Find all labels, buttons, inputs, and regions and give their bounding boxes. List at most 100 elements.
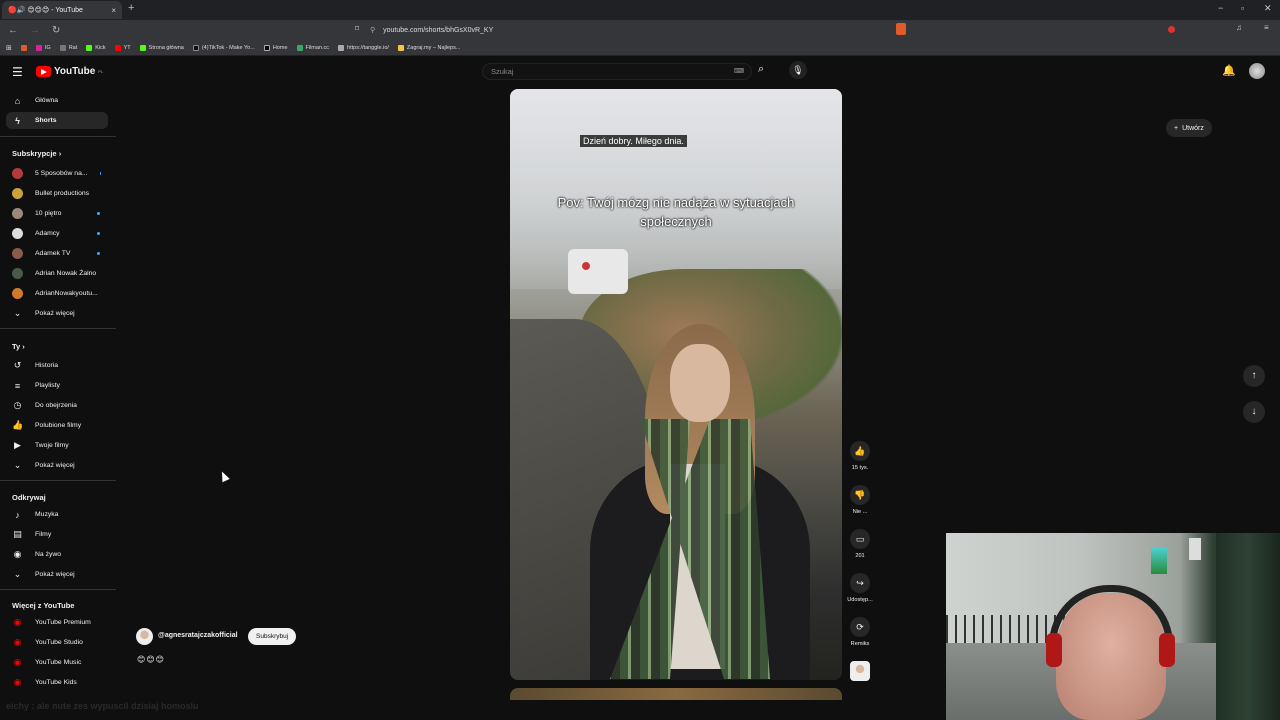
channel-name[interactable]: @agnesratajczakofficial bbox=[158, 632, 238, 639]
youtube-logo[interactable]: YouTube PL bbox=[36, 66, 103, 77]
channel-avatar bbox=[12, 228, 23, 239]
chevron-down-icon: ⌄ bbox=[13, 460, 22, 470]
new-content-dot bbox=[97, 232, 100, 235]
like-button[interactable]: 👍 15 tys. bbox=[846, 441, 874, 471]
channel-avatar[interactable] bbox=[136, 628, 153, 645]
new-content-dot bbox=[97, 252, 100, 255]
sidebar-item-watch-later[interactable]: ◷ Do obejrzenia bbox=[6, 397, 108, 414]
reload-icon[interactable]: ↻ bbox=[52, 25, 60, 36]
bookmark-icon[interactable]: ⌑ bbox=[355, 24, 359, 33]
sidebar-sub-item[interactable]: Bullet productions bbox=[6, 185, 108, 202]
bookmark-item[interactable] bbox=[20, 44, 27, 51]
next-short-button[interactable]: ↓ bbox=[1243, 401, 1265, 423]
avatar[interactable] bbox=[1249, 63, 1265, 79]
history-icon: ↺ bbox=[13, 360, 22, 370]
url-field[interactable]: ⚲ youtube.com/shorts/bhGsX0vR_KY bbox=[370, 23, 910, 37]
short-title: 😊😊😊 bbox=[137, 655, 166, 664]
show-more-explore[interactable]: ⌄ Pokaż więcej bbox=[6, 566, 108, 583]
sidebar-item-history[interactable]: ↺ Historia bbox=[6, 357, 108, 374]
new-tab-button[interactable]: + bbox=[128, 2, 134, 14]
sidebar-sub-item[interactable]: Adamcy bbox=[6, 225, 108, 242]
search-input[interactable]: Szukaj bbox=[482, 63, 752, 80]
sidebar-item-shorts[interactable]: ϟ Shorts bbox=[6, 112, 108, 129]
live-icon: ◉ bbox=[13, 549, 22, 559]
divider bbox=[0, 328, 116, 329]
sidebar-item-liked[interactable]: 👍 Polubione filmy bbox=[6, 417, 108, 434]
divider bbox=[0, 136, 116, 137]
channel-avatar bbox=[12, 268, 23, 279]
browser-tab[interactable]: 🔴🔊 😊😊😊 - YouTube × bbox=[2, 1, 122, 19]
sidebar-item-youtube-kids[interactable]: ◉ YouTube Kids bbox=[6, 674, 108, 691]
channel-avatar bbox=[12, 248, 23, 259]
tab-title: 🔴🔊 😊😊😊 - YouTube bbox=[8, 7, 83, 14]
show-more-you[interactable]: ⌄ Pokaż więcej bbox=[6, 457, 108, 474]
short-video-player[interactable]: Dzień dobry. Miłego dnia. Pov: Twój mózg… bbox=[510, 89, 842, 680]
brave-shield-icon[interactable] bbox=[896, 23, 906, 35]
menu-icon[interactable]: ≡ bbox=[1264, 23, 1269, 32]
bookmark-item[interactable]: Home bbox=[263, 44, 288, 51]
bookmark-item[interactable]: Strona główna bbox=[139, 44, 184, 51]
sidebar-item-home[interactable]: ⌂ Główna bbox=[6, 92, 108, 109]
bookmark-item[interactable]: IG bbox=[35, 44, 51, 51]
next-short-preview[interactable] bbox=[510, 688, 842, 700]
site-info-icon[interactable]: ⚲ bbox=[370, 26, 375, 34]
sidebar-item-playlists[interactable]: ≡ Playlisty bbox=[6, 377, 108, 394]
watch-later-icon: ◷ bbox=[13, 400, 22, 410]
sidebar-item-youtube-studio[interactable]: ◉ YouTube Studio bbox=[6, 634, 108, 651]
dislike-button[interactable]: 👎 Nie ... bbox=[846, 485, 874, 515]
sidebar-sub-item[interactable]: AdrianNowakyoutu... bbox=[6, 285, 108, 302]
mouse-cursor bbox=[218, 469, 230, 483]
subscribe-button[interactable]: Subskrybuj bbox=[248, 628, 297, 645]
bookmark-item[interactable]: (4)TikTok - Make Yo... bbox=[192, 44, 255, 51]
comments-button[interactable]: ▭ 201 bbox=[846, 529, 874, 559]
bookmark-item[interactable]: https://tanggle.io/ bbox=[338, 44, 389, 51]
share-button[interactable]: ↪ Udostęp... bbox=[846, 573, 874, 603]
thumb-down-icon: 👎 bbox=[850, 485, 870, 505]
bookmark-item[interactable]: Kick bbox=[86, 44, 106, 51]
microphone-icon[interactable]: 🎙 bbox=[789, 61, 807, 79]
window-close-icon[interactable]: ✕ bbox=[1264, 3, 1272, 14]
arrow-up-icon: ↑ bbox=[1251, 370, 1257, 381]
shorts-icon: ϟ bbox=[15, 115, 20, 126]
sidebar-sub-item[interactable]: Adrian Nowak Żalno bbox=[6, 265, 108, 282]
bookmark-item[interactable]: Rat bbox=[59, 44, 77, 51]
music-icon: ♪ bbox=[15, 509, 20, 520]
bell-icon[interactable]: 🔔 bbox=[1222, 64, 1236, 77]
sidebar-item-your-videos[interactable]: ▶ Twoje filmy bbox=[6, 437, 108, 454]
forward-icon[interactable]: → bbox=[30, 25, 40, 36]
tab-close-icon[interactable]: × bbox=[111, 6, 116, 15]
sidebar-item-music[interactable]: ♪ Muzyka bbox=[6, 506, 108, 523]
keyboard-icon[interactable]: ⌨ bbox=[734, 67, 744, 75]
channel-avatar bbox=[12, 208, 23, 219]
create-button[interactable]: + Utwórz bbox=[1166, 119, 1212, 137]
sidebar-sub-item[interactable]: 5 Sposobów na... bbox=[6, 165, 108, 182]
subscriptions-heading[interactable]: Subskrypcje › bbox=[12, 149, 61, 158]
remix-button[interactable]: ⟳ Remiks bbox=[846, 617, 874, 647]
hamburger-menu-icon[interactable]: ☰ bbox=[12, 65, 23, 79]
maximize-icon[interactable]: ▫ bbox=[1241, 3, 1244, 13]
sidebar-item-live[interactable]: ◉ Na żywo bbox=[6, 546, 108, 563]
sidebar-item-movies[interactable]: ▤ Filmy bbox=[6, 526, 108, 543]
youtube-play-icon bbox=[36, 66, 51, 77]
search-icon[interactable]: ⌕ bbox=[758, 63, 764, 76]
apps-icon[interactable]: ⊞ bbox=[6, 44, 12, 52]
sidebar-sub-item[interactable]: 10 piętro bbox=[6, 205, 108, 222]
bookmark-item[interactable]: Filman.cc bbox=[296, 44, 329, 51]
bookmark-item[interactable]: Zagraj.my – Najleps... bbox=[397, 44, 460, 51]
extension-icon[interactable] bbox=[1168, 26, 1175, 33]
bookmark-item[interactable]: YT bbox=[114, 44, 131, 51]
media-icon[interactable]: ♫ bbox=[1236, 23, 1242, 32]
previous-short-button[interactable]: ↑ bbox=[1243, 365, 1265, 387]
you-heading[interactable]: Ty › bbox=[12, 342, 25, 351]
explore-heading: Odkrywaj bbox=[12, 493, 46, 502]
sound-thumbnail[interactable] bbox=[850, 661, 870, 681]
sidebar-item-youtube-music[interactable]: ◉ YouTube Music bbox=[6, 654, 108, 671]
minimize-icon[interactable]: − bbox=[1218, 3, 1223, 13]
sidebar-sub-item[interactable]: Adamek TV bbox=[6, 245, 108, 262]
share-icon: ↪ bbox=[850, 573, 870, 593]
back-icon[interactable]: ← bbox=[8, 25, 18, 36]
sidebar: ⌂ Główna ϟ Shorts Subskrypcje › 5 Sposobów… bbox=[0, 90, 116, 700]
show-more-subscriptions[interactable]: ⌄ Pokaż więcej bbox=[6, 305, 108, 322]
sidebar-item-youtube-premium[interactable]: ◉ YouTube Premium bbox=[6, 614, 108, 631]
browser-tab-bar: 🔴🔊 😊😊😊 - YouTube × + − ▫ ✕ bbox=[0, 0, 1280, 20]
